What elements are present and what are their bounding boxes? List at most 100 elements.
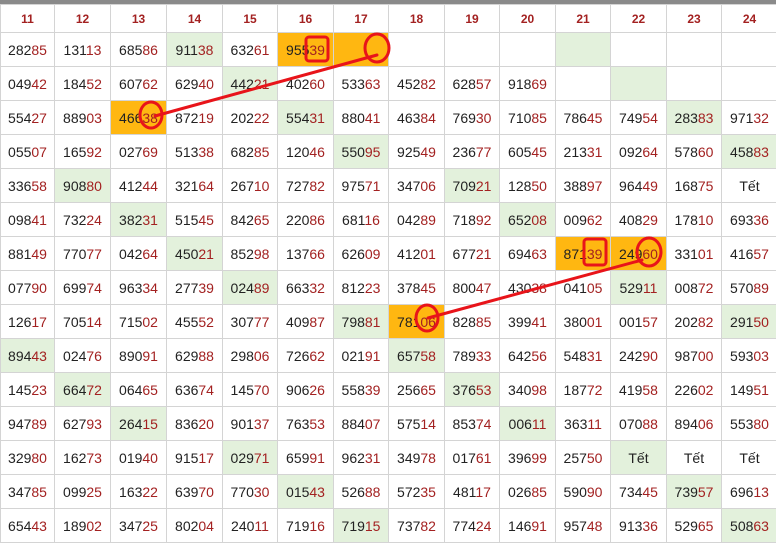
result-value: 40829 [619,211,658,228]
result-cell: 05507 [0,134,55,169]
result-value: 45021 [175,245,214,262]
column-header: 20 [499,4,556,33]
result-cell: 18902 [54,508,111,543]
result-value: 68285 [230,143,270,160]
result-value: 78645 [563,109,603,126]
result-value: 70514 [63,313,102,330]
result-cell: 63261 [222,32,278,67]
result-value: 80047 [452,279,492,296]
result-value: 17810 [674,211,714,228]
result-value: 73782 [397,517,436,534]
result-value: 87219 [175,109,214,126]
result-value: 45883 [730,143,769,160]
result-value: 90880 [63,177,102,194]
result-cell: 41958 [610,372,667,407]
result-cell: 12046 [277,134,334,169]
result-value: 16273 [63,449,102,466]
result-cell: 68116 [333,202,389,237]
result-value: 41244 [119,177,158,194]
result-cell: 77077 [54,236,111,271]
result-cell [388,32,445,67]
result-cell: 78106 [388,304,445,339]
result-cell: 90137 [222,406,278,441]
result-value: 14523 [8,381,47,398]
result-cell: 62609 [333,236,389,271]
result-cell: 57514 [388,406,445,441]
result-value: 16322 [119,483,158,500]
result-value: 62940 [175,75,214,92]
result-value: 71892 [452,211,492,228]
column-header: 22 [610,4,667,33]
result-cell: 55380 [721,406,776,441]
result-value: 68586 [119,41,158,58]
result-value: 72662 [286,347,325,364]
result-value: 65991 [286,449,325,466]
result-cell: 04105 [555,270,611,305]
result-value: 34725 [119,517,158,534]
result-value: 69613 [730,483,769,500]
result-value: 25665 [397,381,436,398]
result-cell: 88149 [0,236,55,271]
result-cell: 41244 [110,168,167,203]
result-value: 71915 [341,517,381,534]
result-value: 83620 [175,415,214,432]
result-cell: 44221 [222,66,278,101]
result-value: 37653 [452,381,492,398]
table-row: 88149 77077 04264 45021 85298 13766 62609 41201… [0,236,776,271]
result-cell: 74954 [610,100,667,135]
result-value: 85298 [230,245,270,262]
result-cell: 67721 [444,236,500,271]
result-value: 87139 [563,245,603,262]
table-row: 34785 09925 16322 63970 77030 01543 52688 57235… [0,474,776,509]
result-cell: 34706 [388,168,445,203]
result-value: 76930 [452,109,492,126]
result-cell: 62988 [166,338,223,373]
header-row: 11 12 13 14 15 16 17 18 19 20 21 22 23 24 [0,4,776,33]
result-cell: 71502 [110,304,167,339]
result-cell: 00611 [499,406,556,441]
result-value: 00157 [619,313,658,330]
result-cell: 91138 [166,32,223,67]
result-value: 23677 [452,143,492,160]
result-value: 02476 [63,347,102,364]
result-cell: 00962 [555,202,611,237]
result-value: 07088 [619,415,658,432]
column-header: 23 [666,4,722,33]
result-cell: 69974 [54,270,111,305]
result-cell: 59090 [555,474,611,509]
result-cell: 79881 [333,304,389,339]
result-value: 52688 [341,483,381,500]
result-value: 14951 [730,381,769,398]
result-cell: 12850 [499,168,556,203]
result-cell [555,66,611,101]
result-value: 18772 [563,381,603,398]
result-cell: 18772 [555,372,611,407]
column-header: 24 [721,4,776,33]
result-cell: 64256 [499,338,556,373]
result-cell: Tết [610,440,667,475]
column-header: 12 [54,4,111,33]
result-value: 63261 [230,41,270,58]
result-value: 12617 [8,313,47,330]
result-cell: 46638 [110,100,167,135]
result-value: 34785 [8,483,47,500]
result-value: 09925 [63,483,102,500]
result-value: 50863 [730,517,769,534]
result-value: 60762 [119,75,158,92]
result-value: 65758 [397,347,436,364]
result-value: 88903 [63,109,102,126]
result-value: 38897 [563,177,603,194]
result-value: 92549 [397,143,436,160]
result-cell: 71916 [277,508,334,543]
table-row: 07790 69974 96334 27739 02489 66332 81223 37845… [0,270,776,305]
result-value: 55427 [8,109,47,126]
result-cell: 07088 [610,406,667,441]
result-cell: 69463 [499,236,556,271]
result-cell: 02476 [54,338,111,373]
result-value: 13113 [63,41,102,58]
result-cell: 02685 [499,474,556,509]
result-value: 22602 [674,381,714,398]
result-value: 54831 [563,347,603,364]
result-value: 05507 [8,143,47,160]
result-value: 14691 [508,517,547,534]
